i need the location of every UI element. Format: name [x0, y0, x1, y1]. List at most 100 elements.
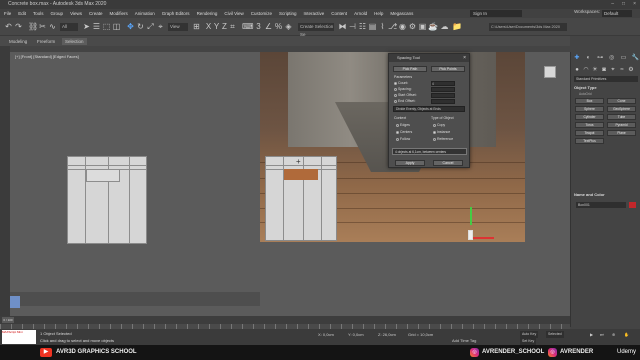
render-production-icon[interactable]: ☕ — [428, 22, 438, 32]
select-object-icon[interactable]: ➤ — [82, 22, 91, 32]
create-tab-icon[interactable]: ✚ — [573, 55, 580, 62]
cancel-button[interactable]: Cancel — [433, 160, 463, 166]
key-filter-dropdown[interactable]: Selected — [546, 331, 564, 338]
edges-option[interactable]: Edges — [396, 123, 410, 127]
menu-help[interactable]: Help — [374, 11, 383, 16]
link-icon[interactable]: ⛓ — [28, 22, 38, 32]
pyramid-button[interactable]: Pyramid — [607, 122, 636, 128]
shapes-icon[interactable]: ◠ — [582, 66, 590, 74]
geometry-icon[interactable]: ● — [573, 66, 581, 74]
percent-snap-icon[interactable]: % — [274, 22, 283, 32]
render-in-cloud-icon[interactable]: ☁ — [440, 22, 449, 32]
tab-selection[interactable]: Selection — [62, 38, 87, 45]
set-key-button[interactable]: Set Key — [520, 338, 537, 345]
count-input[interactable]: 4 — [431, 81, 455, 86]
primitive-category-dropdown[interactable]: Standard Primitives — [574, 76, 638, 82]
menu-edit[interactable]: Edit — [18, 11, 26, 16]
centers-option[interactable]: Centers — [396, 130, 412, 134]
systems-icon[interactable]: ⚙ — [627, 66, 635, 74]
rectangular-selection-icon[interactable]: ⬚ — [102, 22, 111, 32]
end-offset-option[interactable]: End Offset: — [394, 99, 415, 103]
menu-group[interactable]: Group — [51, 11, 64, 16]
sphere-button[interactable]: Sphere — [575, 106, 604, 112]
time-slider[interactable]: 0 / 100 — [2, 317, 14, 323]
add-time-tag[interactable]: Add Time Tag — [452, 338, 476, 343]
menu-scripting[interactable]: Scripting — [279, 11, 297, 16]
close-icon[interactable]: × — [463, 54, 466, 62]
panel-model-right[interactable]: + — [265, 156, 337, 241]
box-button[interactable]: Box — [575, 98, 604, 104]
end-offset-input[interactable] — [431, 99, 455, 104]
menu-content[interactable]: Content — [331, 11, 347, 16]
autogrid-checkbox[interactable]: AutoGrid — [579, 92, 592, 96]
material-editor-icon[interactable]: ◉ — [398, 22, 407, 32]
pick-path-button[interactable]: Pick Path — [393, 66, 427, 72]
curve-editor-icon[interactable]: ⌇ — [378, 22, 387, 32]
y-axis-gizmo[interactable] — [470, 207, 472, 225]
follow-checkbox[interactable]: Follow — [396, 137, 410, 141]
menu-file[interactable]: File — [4, 11, 11, 16]
menu-arnold[interactable]: Arnold — [354, 11, 367, 16]
menu-animation[interactable]: Animation — [135, 11, 155, 16]
menu-tools[interactable]: Tools — [33, 11, 44, 16]
redo-icon[interactable]: ↷ — [14, 22, 23, 32]
geosphere-button[interactable]: GeoSphere — [607, 106, 636, 112]
selected-segment[interactable] — [284, 169, 318, 180]
modify-tab-icon[interactable]: ◐ — [585, 55, 592, 62]
menu-megascans[interactable]: Megascans — [390, 11, 413, 16]
cylinder-button[interactable]: Cylinder — [575, 114, 604, 120]
cameras-icon[interactable]: ◙ — [600, 66, 608, 74]
maxscript-listener[interactable]: MAXScript Mini — [2, 330, 36, 344]
utilities-tab-icon[interactable]: 🔧 — [632, 55, 639, 62]
select-and-place-icon[interactable]: ⌖ — [156, 22, 165, 32]
spinner-snap-icon[interactable]: ◈ — [284, 22, 293, 32]
motion-tab-icon[interactable]: ◎ — [608, 55, 615, 62]
sign-in-dropdown[interactable]: Sign In — [470, 10, 522, 17]
layer-explorer-icon[interactable]: ☷ — [358, 22, 367, 32]
display-tab-icon[interactable]: ▭ — [620, 55, 627, 62]
menu-create[interactable]: Create — [89, 11, 103, 16]
menu-customize[interactable]: Customize — [251, 11, 272, 16]
menu-interactive[interactable]: Interactive — [304, 11, 325, 16]
textplus-button[interactable]: TextPlus — [575, 138, 604, 144]
object-name-input[interactable]: Box001 — [576, 202, 626, 208]
keyboard-shortcut-override-icon[interactable]: ⌨ — [242, 22, 254, 32]
object-color-swatch[interactable] — [629, 202, 636, 208]
start-offset-option[interactable]: Start Offset: — [394, 93, 417, 97]
apply-button[interactable]: Apply — [395, 160, 425, 166]
menu-views[interactable]: Views — [70, 11, 82, 16]
select-and-scale-icon[interactable]: ⤢ — [146, 22, 155, 32]
selection-filter-dropdown[interactable]: All — [60, 23, 78, 31]
unlink-icon[interactable]: ✂ — [38, 22, 47, 32]
timeline[interactable]: 0 / 100 — [0, 316, 570, 324]
tab-modeling[interactable]: Modeling — [6, 38, 30, 45]
menu-rendering[interactable]: Rendering — [197, 11, 218, 16]
view-cube-icon[interactable] — [10, 296, 20, 308]
rendered-frame-window-icon[interactable]: ▣ — [418, 22, 427, 32]
undo-icon[interactable]: ↶ — [4, 22, 13, 32]
z-coordinate[interactable]: Z: 26,0cm — [378, 332, 396, 337]
maximize-icon[interactable]: □ — [622, 0, 625, 9]
hierarchy-tab-icon[interactable]: ⊶ — [597, 55, 604, 62]
project-folder-icon[interactable]: 📁 — [452, 22, 462, 32]
render-setup-icon[interactable]: ⚙ — [408, 22, 417, 32]
helpers-icon[interactable]: ⌖ — [609, 66, 617, 74]
spacewarps-icon[interactable]: ≈ — [618, 66, 626, 74]
toggle-ribbon-icon[interactable]: ▤ — [368, 22, 377, 32]
reference-option[interactable]: Reference — [433, 137, 453, 141]
menu-modifiers[interactable]: Modifiers — [110, 11, 128, 16]
select-and-rotate-icon[interactable]: ↻ — [136, 22, 145, 32]
y-coordinate[interactable]: Y: 0,0cm — [348, 332, 364, 337]
close-icon[interactable]: × — [633, 0, 636, 9]
bind-spacewarp-icon[interactable]: ∿ — [48, 22, 57, 32]
angle-snap-icon[interactable]: ∠ — [264, 22, 273, 32]
cone-button[interactable]: Cone — [607, 98, 636, 104]
menu-civil-view[interactable]: Civil View — [224, 11, 243, 16]
menu-graph-editors[interactable]: Graph Editors — [162, 11, 190, 16]
dialog-title-bar[interactable]: Spacing Tool × — [389, 54, 469, 62]
next-frame-icon[interactable]: ⏭ — [600, 332, 604, 337]
pick-points-button[interactable]: Pick Points — [431, 66, 465, 72]
minimize-icon[interactable]: – — [611, 0, 614, 9]
x-coordinate[interactable]: X: 0,0cm — [318, 332, 334, 337]
select-by-name-icon[interactable]: ☰ — [92, 22, 101, 32]
